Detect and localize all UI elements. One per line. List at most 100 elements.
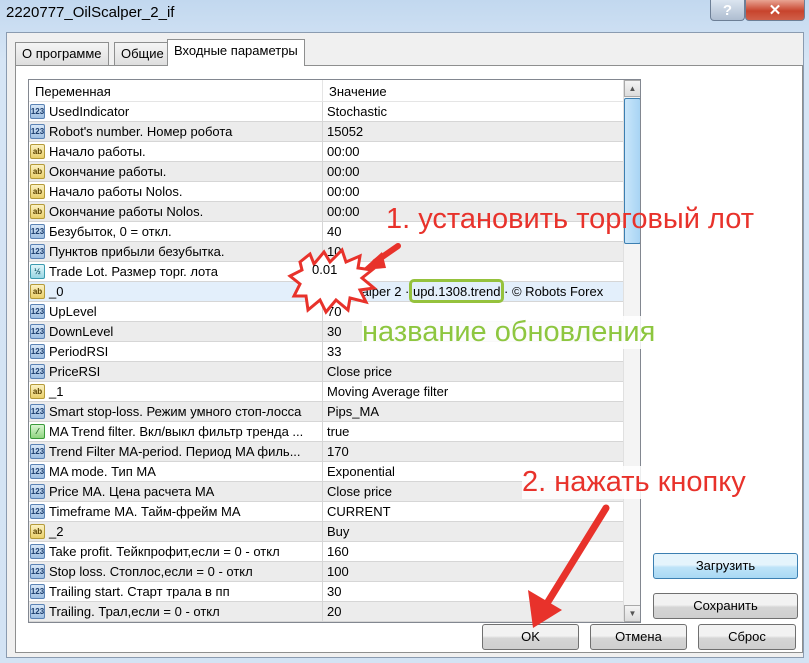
param-value-cell[interactable]: Exponential [323,462,395,481]
reset-button[interactable]: Сброс [698,624,796,650]
ok-button[interactable]: OK [482,624,579,650]
vertical-scrollbar[interactable]: ▲ ▼ [623,80,640,622]
int-type-icon: 123 [30,484,45,499]
table-row[interactable]: ab _1 Moving Average filter [29,382,623,402]
window-title: 2220777_OilScalper_2_if [6,4,175,21]
param-name: Окончание работы. [49,164,167,179]
param-value-cell[interactable]: Buy [323,522,349,541]
scroll-up-icon[interactable]: ▲ [624,80,640,97]
param-name-cell[interactable]: 123 Trailing start. Старт трала в пп [29,582,323,601]
param-name-cell[interactable]: ab Начало работы Nolos. [29,182,323,201]
param-value-cell[interactable]: 70 [323,302,341,321]
table-row[interactable]: ab Начало работы. 00:00 [29,142,623,162]
table-row[interactable]: ⁄ MA Trend filter. Вкл/выкл фильтр тренда… [29,422,623,442]
table-row[interactable]: 123 Stop loss. Стоплос,если = 0 - откл 100 [29,562,623,582]
annotation-update-name: название обновления [362,316,656,349]
param-name: Price MA. Цена расчета MA [49,484,215,499]
save-button[interactable]: Сохранить [653,593,798,619]
table-row[interactable]: ab Начало работы Nolos. 00:00 [29,182,623,202]
scroll-down-icon[interactable]: ▼ [624,605,640,622]
param-name-cell[interactable]: 123 Smart stop-loss. Режим умного стоп-ло… [29,402,323,421]
param-name-cell[interactable]: 123 MA mode. Тип MA [29,462,323,481]
param-name-cell[interactable]: ab Начало работы. [29,142,323,161]
param-name-cell[interactable]: 123 UpLevel [29,302,323,321]
param-value-cell[interactable]: CURRENT [323,502,391,521]
param-name-cell[interactable]: 123 Пунктов прибыли безубытка. [29,242,323,261]
tab-about[interactable]: О программе [15,42,109,65]
param-name-cell[interactable]: 123 Stop loss. Стоплос,если = 0 - откл [29,562,323,581]
param-value-cell[interactable]: 00:00 [323,202,360,221]
param-name-cell[interactable]: 123 PriceRSI [29,362,323,381]
tab-inputs[interactable]: Входные параметры [167,39,305,66]
table-header: Переменная Значение [29,80,623,102]
param-name-cell[interactable]: ab Окончание работы. [29,162,323,181]
param-name-cell[interactable]: ab _0 [29,282,323,301]
param-value-cell[interactable]: 40 [323,222,341,241]
table-row[interactable]: 123 Timeframe MA. Тайм-фрейм MA CURRENT [29,502,623,522]
param-name: Stop loss. Стоплос,если = 0 - откл [49,564,253,579]
ab-type-icon: ab [30,184,45,199]
param-name-cell[interactable]: 123 UsedIndicator [29,102,323,121]
column-value[interactable]: Значение [323,80,393,102]
param-value-cell[interactable]: Close price [323,362,392,381]
ab-type-icon: ab [30,204,45,219]
param-value-cell[interactable]: 33 [323,342,341,361]
table-row[interactable]: ab Окончание работы. 00:00 [29,162,623,182]
param-name: Trailing start. Старт трала в пп [49,584,230,599]
param-name-cell[interactable]: ab _2 [29,522,323,541]
param-name-cell[interactable]: 123 Trailing. Трал,если = 0 - откл [29,602,323,621]
param-value-cell[interactable]: 15052 [323,122,363,141]
param-value-cell[interactable]: Close price [323,482,392,501]
table-row[interactable]: 123 Пунктов прибыли безубытка. 10 [29,242,623,262]
param-name-cell[interactable]: 123 Безубыток, 0 = откл. [29,222,323,241]
load-button[interactable]: Загрузить [653,553,798,579]
param-value-cell[interactable]: Pips_MA [323,402,379,421]
param-name-cell[interactable]: 123 Take profit. Тейкпрофит,если = 0 - от… [29,542,323,561]
param-value-cell[interactable]: 10 [323,242,341,261]
close-button[interactable]: ✕ [745,0,805,21]
param-name-cell[interactable]: 123 Robot's number. Номер робота [29,122,323,141]
param-value-cell[interactable]: 00:00 [323,142,360,161]
param-name-cell[interactable]: ab Окончание работы Nolos. [29,202,323,221]
int-type-icon: 123 [30,324,45,339]
int-type-icon: 123 [30,304,45,319]
table-row[interactable]: 123 Trailing start. Старт трала в пп 30 [29,582,623,602]
param-name-cell[interactable]: 123 Trend Filter MA-period. Период MA фил… [29,442,323,461]
table-row[interactable]: 123 Trend Filter MA-period. Период MA фил… [29,442,623,462]
param-name-cell[interactable]: ⁄ MA Trend filter. Вкл/выкл фильтр тренда… [29,422,323,441]
param-name: Smart stop-loss. Режим умного стоп-лосса [49,404,302,419]
table-row[interactable]: 123 PriceRSI Close price [29,362,623,382]
param-value-cell[interactable]: true [323,422,349,441]
param-value-cell[interactable]: 30 [323,582,341,601]
table-row[interactable]: 123 UsedIndicator Stochastic [29,102,623,122]
param-value-cell[interactable]: 00:00 [323,162,360,181]
param-value-cell[interactable]: 00:00 [323,182,360,201]
param-name-cell[interactable]: 123 DownLevel [29,322,323,341]
int-type-icon: 123 [30,104,45,119]
cancel-button[interactable]: Отмена [590,624,687,650]
param-value-cell[interactable]: 170 [323,442,349,461]
column-variable[interactable]: Переменная [29,80,323,102]
table-row[interactable]: ab _2 Buy [29,522,623,542]
table-row[interactable]: 123 Robot's number. Номер робота 15052 [29,122,623,142]
param-value-cell[interactable]: 30 [323,322,341,341]
param-value-cell[interactable]: 160 [323,542,349,561]
param-value-cell[interactable]: 20 [323,602,341,621]
param-name-cell[interactable]: 123 Price MA. Цена расчета MA [29,482,323,501]
param-name-cell[interactable]: ab _1 [29,382,323,401]
param-name: Безубыток, 0 = откл. [49,224,172,239]
table-row[interactable]: 123 Smart stop-loss. Режим умного стоп-ло… [29,402,623,422]
table-row[interactable]: ab _0 Oil Scalper 2 · upd.1308.trend · © R… [29,282,623,302]
table-row[interactable]: 123 Trailing. Трал,если = 0 - откл 20 [29,602,623,622]
ab-type-icon: ab [30,164,45,179]
param-value-cell[interactable]: Stochastic [323,102,387,121]
tab-common[interactable]: Общие [114,42,171,65]
param-name-cell[interactable]: 123 Timeframe MA. Тайм-фрейм MA [29,502,323,521]
param-value-cell[interactable]: Moving Average filter [323,382,448,401]
help-button[interactable]: ? [710,0,745,21]
param-name: UpLevel [49,304,97,319]
param-name-cell[interactable]: 123 PeriodRSI [29,342,323,361]
param-value-cell[interactable]: 100 [323,562,349,581]
param-name-cell[interactable]: ½ Trade Lot. Размер торг. лота [29,262,323,281]
table-row[interactable]: 123 Take profit. Тейкпрофит,если = 0 - от… [29,542,623,562]
